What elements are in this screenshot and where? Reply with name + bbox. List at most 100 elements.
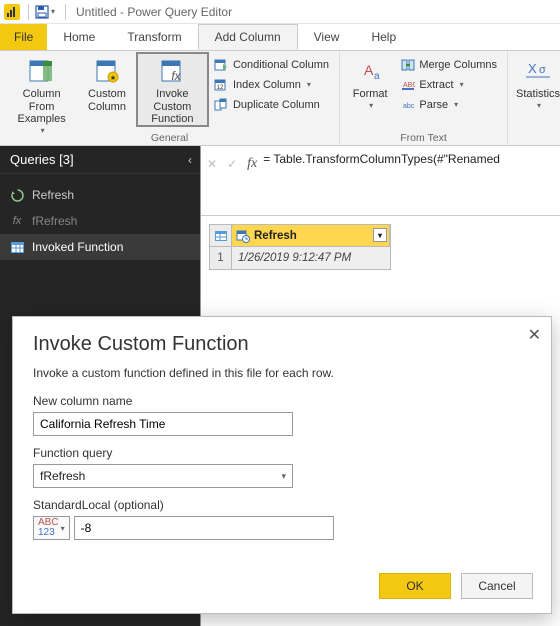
extract-label: Extract [419,79,453,91]
collapse-icon[interactable]: ‹ [188,153,192,167]
query-item-label: fRefresh [32,214,77,228]
dialog-title: Invoke Custom Function [33,333,531,356]
param-standardlocal-input[interactable] [74,516,334,540]
svg-text:fx: fx [172,69,182,83]
svg-text:ABC: ABC [403,82,415,89]
tab-help[interactable]: Help [355,24,412,50]
format-button[interactable]: Aa Format ▾ [346,53,394,110]
svg-text:★: ★ [110,74,116,82]
cancel-formula-icon[interactable]: ✕ [207,157,217,171]
column-header-label: Refresh [254,230,297,242]
chevron-down-icon: ▾ [454,100,458,109]
function-query-label: Function query [33,446,531,460]
ribbon-group-from-text-label: From Text [340,132,507,144]
invoke-custom-function-dialog: ✕ Invoke Custom Function Invoke a custom… [12,316,552,614]
query-item-refresh[interactable]: Refresh [0,182,200,208]
duplicate-column-icon [214,97,229,112]
column-header-refresh[interactable]: Refresh ▾ [232,225,390,246]
data-grid: Refresh ▾ 1 1/26/2019 9:12:47 PM [209,224,391,270]
title-bar: ▾ Untitled - Power Query Editor [0,0,560,24]
table-row[interactable]: 1 1/26/2019 9:12:47 PM [210,247,390,269]
statistics-icon: Χσ [523,56,553,86]
query-item-invoked-function[interactable]: Invoked Function [0,234,200,260]
custom-column-label: Custom Column [83,88,130,113]
format-icon: Aa [355,56,385,86]
svg-text:12: 12 [217,85,224,91]
formula-bar: ✕ ✓ fx = Table.TransformColumnTypes(#"Re… [201,146,560,216]
svg-text:Χ: Χ [528,61,537,76]
conditional-column-icon [214,57,229,72]
duplicate-column-button[interactable]: Duplicate Column [210,95,333,114]
merge-columns-icon [400,57,415,72]
column-from-examples-button[interactable]: Column From Examples ▾ [6,53,77,135]
index-column-icon: 12 [214,77,229,92]
save-icon[interactable] [35,5,49,19]
query-item-frefresh[interactable]: fx fRefresh [0,208,200,234]
new-column-name-input[interactable] [33,412,293,436]
window-title: Untitled - Power Query Editor [76,5,232,19]
index-column-button[interactable]: 12 Index Column ▾ [210,75,333,94]
tab-file[interactable]: File [0,24,47,50]
extract-icon: ABC [400,77,415,92]
svg-text:abc: abc [403,103,415,110]
dialog-description: Invoke a custom function defined in this… [33,366,531,380]
formula-input[interactable]: = Table.TransformColumnTypes(#"Renamed [263,152,500,166]
parse-icon: abc [400,97,415,112]
cell-value[interactable]: 1/26/2019 9:12:47 PM [232,247,390,269]
ok-button[interactable]: OK [379,573,451,599]
param-type-picker[interactable]: ABC123 ▾ [33,516,70,540]
duplicate-column-label: Duplicate Column [233,99,320,111]
ribbon-group-general: Column From Examples ▾ ★ Custom Column f… [0,51,340,145]
separator [65,4,66,20]
column-filter-dropdown[interactable]: ▾ [373,228,387,242]
statistics-button[interactable]: Χσ Statistics ▾ [514,53,560,110]
chevron-down-icon: ▾ [369,101,373,110]
ribbon-group-general-label: General [0,132,339,144]
refresh-icon [10,188,24,202]
cancel-button[interactable]: Cancel [461,573,533,599]
new-column-name-label: New column name [33,394,531,408]
fx-label-icon: fx [247,156,257,172]
close-dialog-button[interactable]: ✕ [528,325,541,345]
index-column-label: Index Column [233,79,301,91]
extract-button[interactable]: ABC Extract ▾ [396,75,501,94]
parse-button[interactable]: abc Parse ▾ [396,95,501,114]
conditional-column-label: Conditional Column [233,59,329,71]
column-from-examples-icon [27,56,57,86]
table-icon [10,240,24,254]
function-query-select[interactable]: fRefresh ▾ [33,464,293,488]
tab-view[interactable]: View [298,24,356,50]
query-item-label: Refresh [32,188,74,202]
custom-column-button[interactable]: ★ Custom Column [79,53,134,113]
commit-formula-icon[interactable]: ✓ [227,157,237,171]
datetime-type-icon [236,229,250,243]
format-label: Format [353,88,388,101]
svg-text:σ: σ [539,64,546,76]
ribbon-group-statistics: Χσ Statistics ▾ [508,51,558,145]
chevron-down-icon: ▾ [537,101,541,110]
row-number: 1 [210,247,232,269]
conditional-column-button[interactable]: Conditional Column [210,55,333,74]
fx-icon: fx [10,214,24,228]
invoke-custom-function-button[interactable]: fx Invoke Custom Function [137,53,208,126]
merge-columns-button[interactable]: Merge Columns [396,55,501,74]
tab-add-column[interactable]: Add Column [198,24,298,50]
chevron-down-icon: ▾ [460,80,464,89]
column-from-examples-label: Column From Examples [10,88,73,126]
queries-header-label: Queries [3] [10,152,74,167]
chevron-down-icon: ▾ [307,80,311,89]
merge-columns-label: Merge Columns [419,59,497,71]
chevron-down-icon: ▾ [281,471,286,482]
statistics-label: Statistics [516,88,560,101]
tab-transform[interactable]: Transform [111,24,197,50]
ribbon-group-from-text: Aa Format ▾ Merge Columns ABC Extract ▾ … [340,51,508,145]
queries-header[interactable]: Queries [3] ‹ [0,146,200,174]
pbi-app-icon [4,4,20,20]
invoke-custom-function-label: Invoke Custom Function [141,88,204,126]
custom-column-icon: ★ [92,56,122,86]
invoke-custom-function-icon: fx [157,56,187,86]
param-standardlocal-label: StandardLocal (optional) [33,498,531,512]
qat-dropdown-icon[interactable]: ▾ [51,7,55,16]
grid-corner[interactable] [210,225,232,246]
tab-home[interactable]: Home [47,24,111,50]
